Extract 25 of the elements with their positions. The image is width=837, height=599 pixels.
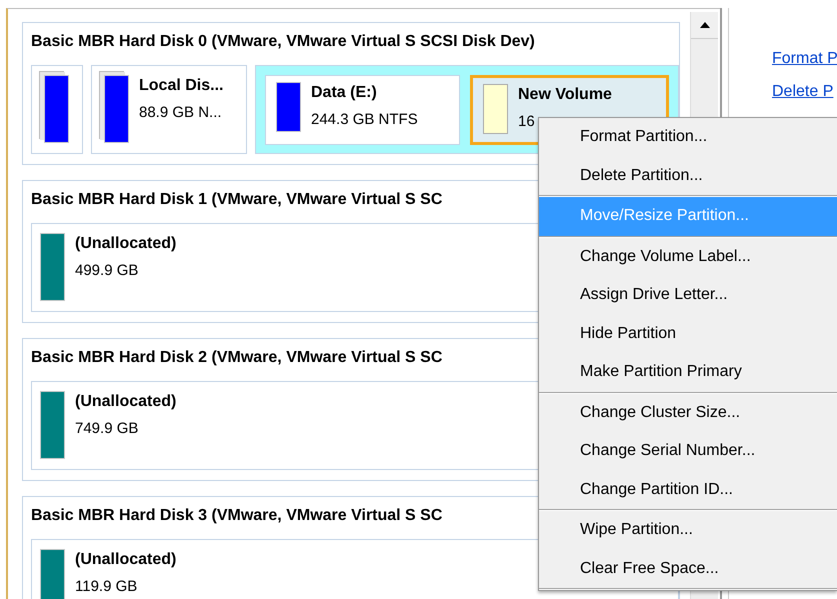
partition-size: 88.9 GB N... <box>139 104 223 121</box>
disk-title: Basic MBR Hard Disk 1 (VMware, VMware Virtual S SC <box>31 190 444 210</box>
partition-name: (Unallocated) <box>75 235 176 253</box>
disk-title: Basic MBR Hard Disk 0 (VMware, VMware Virtual S SCSI Disk Dev) <box>31 32 536 52</box>
menu-item[interactable]: Change Partition ID... <box>539 470 837 509</box>
disk-title: Basic MBR Hard Disk 2 (VMware, VMware Virtual S SC <box>31 348 444 368</box>
partition-size: 244.3 GB NTFS <box>311 111 418 128</box>
partition-name: (Unallocated) <box>75 551 176 569</box>
menu-item[interactable]: Hide Partition <box>539 314 837 353</box>
partition-name: (Unallocated) <box>75 393 176 411</box>
partition-size: 499.9 GB <box>75 262 140 279</box>
partition-size: 119.9 GB <box>75 578 138 595</box>
scroll-up-icon[interactable] <box>700 22 710 28</box>
partition-name: New Volume <box>518 86 612 104</box>
partition-name: Data (E:) <box>311 84 378 102</box>
partition-size: 749.9 GB <box>75 420 140 437</box>
partition-name: Local Dis... <box>139 77 224 95</box>
partition-size: 16 <box>518 113 536 130</box>
partition-block[interactable]: Data (E:) 244.3 GB NTFS <box>265 75 460 145</box>
partition-block[interactable]: Local Dis... 88.9 GB N... <box>91 65 247 154</box>
action-link[interactable]: Delete P <box>772 83 837 101</box>
action-link[interactable]: Format P <box>772 50 837 68</box>
disk-title: Basic MBR Hard Disk 3 (VMware, VMware Virtual S SC <box>31 506 444 526</box>
menu-item[interactable]: Delete Partition... <box>539 156 837 195</box>
partition-block[interactable] <box>31 65 83 154</box>
